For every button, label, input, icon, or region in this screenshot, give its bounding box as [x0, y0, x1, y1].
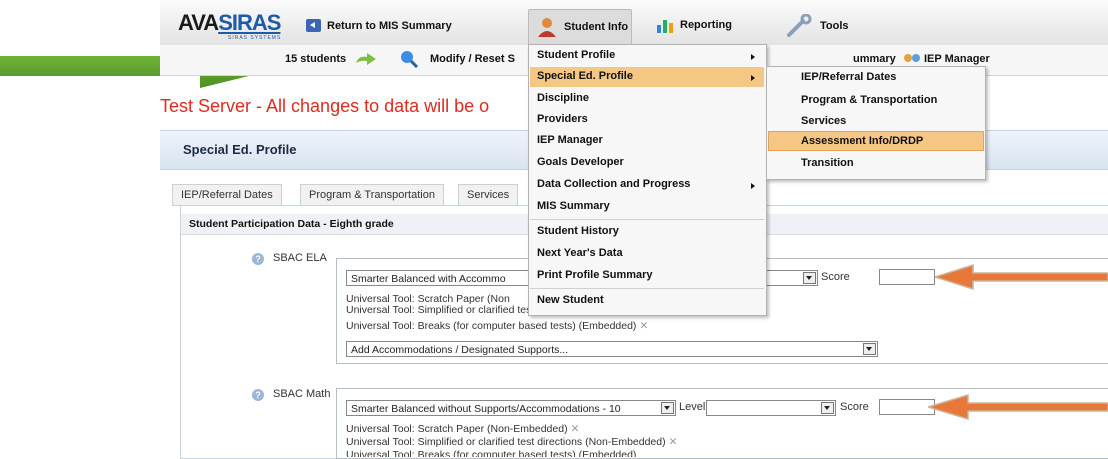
- help-icon[interactable]: ?: [252, 253, 264, 265]
- modify-reset-search-link[interactable]: Modify / Reset S: [430, 53, 515, 65]
- menu-item-new-student[interactable]: New Student: [537, 294, 604, 306]
- next-arrow-icon[interactable]: [355, 51, 377, 67]
- bar-chart-icon: [657, 20, 673, 33]
- submenu-arrow-icon: [751, 54, 755, 60]
- section-title: Student Participation Data - Eighth grad…: [189, 218, 394, 230]
- submenu-item-transition[interactable]: Transition: [801, 157, 854, 169]
- help-icon[interactable]: ?: [252, 389, 264, 401]
- sbac-math-level-label: Level: [679, 401, 706, 413]
- wrench-icon: [787, 14, 812, 37]
- sbac-ela-legend: SBAC ELA: [270, 252, 330, 264]
- app-logo[interactable]: AVASIRAS: [178, 10, 281, 36]
- tab-program-transportation[interactable]: Program & Transportation: [300, 184, 444, 206]
- math-tool-item: Universal Tool: Simplified or clarified …: [346, 436, 678, 448]
- student-person-icon: [538, 18, 556, 37]
- submenu-item-iep-referral-dates[interactable]: IEP/Referral Dates: [801, 71, 896, 83]
- chevron-down-icon[interactable]: [863, 343, 876, 355]
- special-ed-submenu: IEP/Referral Dates Program & Transportat…: [766, 66, 986, 180]
- menu-item-iep-manager[interactable]: IEP Manager: [537, 134, 603, 146]
- sbac-math-level-select[interactable]: [706, 400, 836, 416]
- top-navigation-bar: [160, 0, 1108, 46]
- orange-arrow-annotation: [935, 263, 1108, 291]
- tab-services[interactable]: Services: [458, 184, 519, 206]
- menu-item-mis-summary[interactable]: MIS Summary: [537, 200, 610, 212]
- ela-tool-item: Universal Tool: Breaks (for computer bas…: [346, 320, 649, 332]
- sbac-math-score-input[interactable]: [879, 399, 935, 415]
- remove-icon[interactable]: ✕: [669, 436, 678, 448]
- back-arrow-icon: [306, 19, 321, 32]
- submenu-item-services[interactable]: Services: [801, 115, 846, 127]
- submenu-item-assessment-info-drdp[interactable]: Assessment Info/DRDP: [801, 135, 923, 147]
- sbac-math-test-select[interactable]: Smarter Balanced without Supports/Accomm…: [346, 400, 676, 416]
- menu-item-providers[interactable]: Providers: [537, 113, 588, 125]
- menu-item-goals-developer[interactable]: Goals Developer: [537, 156, 624, 168]
- magnifier-icon: [401, 51, 419, 68]
- menu-item-print-profile-summary[interactable]: Print Profile Summary: [537, 269, 653, 281]
- menu-item-special-ed-profile[interactable]: Special Ed. Profile: [537, 70, 633, 82]
- chevron-down-icon[interactable]: [821, 402, 834, 414]
- chevron-down-icon[interactable]: [803, 272, 816, 284]
- sbac-math-legend: SBAC Math: [270, 388, 334, 400]
- submenu-arrow-icon: [751, 75, 755, 81]
- menu-separator: [530, 219, 764, 220]
- math-tool-item: Universal Tool: Scratch Paper (Non-Embed…: [346, 423, 580, 435]
- logo-subtitle: SIRAS SYSTEMS: [228, 35, 282, 41]
- math-tool-item: Universal Tool: Breaks (for computer bas…: [346, 449, 637, 457]
- test-server-warning: Test Server - All changes to data will b…: [160, 96, 490, 116]
- sbac-math-score-label: Score: [840, 401, 869, 413]
- menu-item-next-years-data[interactable]: Next Year's Data: [537, 247, 623, 259]
- menu-item-student-history[interactable]: Student History: [537, 225, 619, 237]
- sbac-ela-score-input[interactable]: [879, 269, 935, 285]
- remove-icon[interactable]: ✕: [571, 423, 580, 435]
- student-info-menu-button[interactable]: Student Info: [536, 16, 628, 38]
- summary-link[interactable]: ummary: [853, 53, 896, 65]
- page-title: Special Ed. Profile: [183, 142, 297, 157]
- return-to-mis-summary-button[interactable]: Return to MIS Summary: [306, 19, 452, 32]
- submenu-arrow-icon: [751, 183, 755, 189]
- menu-separator: [530, 288, 764, 289]
- add-accommodations-select[interactable]: Add Accommodations / Designated Supports…: [346, 341, 878, 357]
- iep-manager-link[interactable]: IEP Manager: [924, 53, 990, 65]
- tab-iep-referral-dates[interactable]: IEP/Referral Dates: [172, 184, 282, 206]
- reporting-menu-button[interactable]: Reporting: [656, 17, 732, 33]
- student-info-dropdown: Student Profile Special Ed. Profile Disc…: [528, 44, 767, 316]
- sbac-ela-score-label: Score: [821, 271, 850, 283]
- menu-item-student-profile[interactable]: Student Profile: [537, 49, 615, 61]
- submenu-item-program-transportation[interactable]: Program & Transportation: [801, 94, 937, 106]
- tools-menu-button[interactable]: Tools: [786, 14, 849, 38]
- sbac-ela-test-select-tail[interactable]: [760, 270, 818, 286]
- menu-item-discipline[interactable]: Discipline: [537, 92, 589, 104]
- orange-arrow-annotation: [928, 393, 1108, 421]
- remove-icon[interactable]: ✕: [639, 320, 648, 332]
- iep-manager-icon: [904, 54, 920, 62]
- chevron-down-icon[interactable]: [661, 402, 674, 414]
- students-count-link[interactable]: 15 students: [285, 53, 346, 65]
- menu-item-data-collection[interactable]: Data Collection and Progress: [537, 178, 690, 190]
